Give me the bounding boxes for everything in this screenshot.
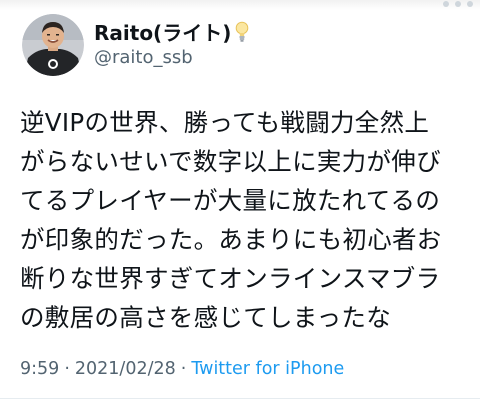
meta-separator: ·	[64, 359, 70, 379]
user-handle[interactable]: @raito_ssb	[94, 47, 249, 68]
tweet-text-line: 逆VIPの世界、勝っても戦闘力全然上	[20, 108, 430, 137]
user-avatar[interactable]	[22, 14, 84, 76]
display-name-row: Raito(ライト)	[94, 19, 249, 45]
tweet-meta: 9:59 · 2021/02/28 · Twitter for iPhone	[20, 359, 344, 379]
tweet-text: 逆VIPの世界、勝っても戦闘力全然上 がらないせいで数字以上に実力が伸び てるプ…	[20, 103, 468, 337]
tweet-header: Raito(ライト) @raito_ssb	[22, 13, 249, 77]
more-options-icon[interactable]	[438, 0, 478, 14]
avatar-photo	[22, 14, 84, 76]
tweet-text-line: 断りな世界すぎてオンラインスマブラ	[20, 264, 441, 293]
previous-content-edge	[0, 0, 480, 10]
divider	[0, 398, 480, 399]
tweet-text-line: てるプレイヤーが大量に放たれてるの	[20, 186, 441, 215]
tweet-text-line: が印象的だった。あまりにも初心者お	[20, 225, 442, 254]
tweet-source-link[interactable]: Twitter for iPhone	[191, 359, 344, 379]
tweet-time[interactable]: 9:59	[20, 359, 59, 379]
tweet-text-line: がらないせいで数字以上に実力が伸び	[20, 147, 441, 176]
display-name[interactable]: Raito(ライト)	[94, 17, 231, 46]
tweet-date[interactable]: 2021/02/28	[75, 359, 176, 379]
lightbulb-icon	[236, 21, 249, 42]
tweet-text-line: の敷居の高さを感じてしまったな	[20, 303, 392, 332]
user-info[interactable]: Raito(ライト) @raito_ssb	[94, 19, 249, 68]
meta-separator: ·	[180, 359, 187, 379]
